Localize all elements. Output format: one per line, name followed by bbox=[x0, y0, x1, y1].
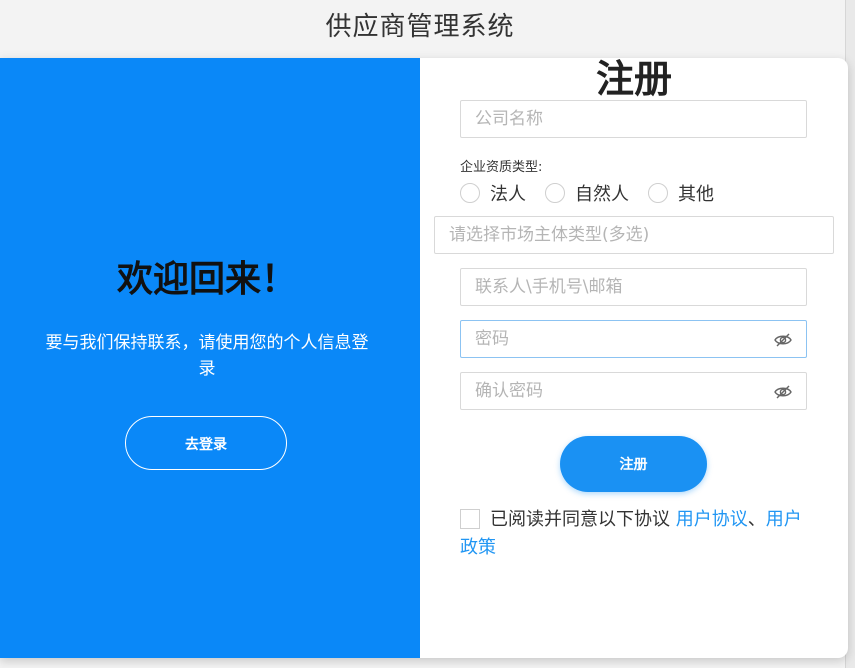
link-separator: 、 bbox=[747, 509, 766, 530]
contact-input[interactable] bbox=[460, 268, 807, 306]
radio-circle[interactable] bbox=[648, 183, 668, 203]
go-to-login-button[interactable]: 去登录 bbox=[125, 416, 287, 470]
radio-label: 自然人 bbox=[575, 184, 629, 205]
register-submit-button[interactable]: 注册 bbox=[560, 436, 707, 492]
radio-circle[interactable] bbox=[460, 183, 480, 203]
radio-circle[interactable] bbox=[545, 183, 565, 203]
radio-label: 其他 bbox=[678, 184, 714, 205]
radio-label: 法人 bbox=[490, 184, 526, 205]
market-type-select[interactable] bbox=[434, 216, 834, 254]
company-name-input[interactable] bbox=[460, 100, 807, 138]
radio-natural-person[interactable]: 自然人 bbox=[545, 180, 629, 206]
auth-card: 欢迎回来！ 要与我们保持联系，请使用您的个人信息登录 去登录 bbox=[0, 58, 848, 658]
app-title: 供应商管理系统 bbox=[325, 12, 515, 42]
confirm-password-input[interactable] bbox=[460, 372, 807, 410]
welcome-heading: 欢迎回来！ bbox=[116, 259, 297, 300]
eye-off-icon[interactable] bbox=[773, 382, 793, 402]
radio-other[interactable]: 其他 bbox=[648, 180, 714, 206]
agreement-label: 已阅读并同意以下协议 bbox=[490, 509, 670, 530]
password-input[interactable] bbox=[460, 320, 807, 358]
eye-off-icon[interactable] bbox=[773, 330, 793, 350]
welcome-panel: 欢迎回来！ 要与我们保持联系，请使用您的个人信息登录 去登录 bbox=[0, 58, 420, 658]
radio-legal-person[interactable]: 法人 bbox=[460, 180, 526, 206]
agreement-text: 已阅读并同意以下协议 用户协议、用户政策 bbox=[460, 506, 810, 562]
user-agreement-link[interactable]: 用户协议 bbox=[676, 509, 748, 530]
welcome-description: 要与我们保持联系，请使用您的个人信息登录 bbox=[45, 333, 369, 379]
register-heading: 注册 bbox=[595, 57, 672, 101]
qualification-label: 企业资质类型: bbox=[460, 160, 543, 175]
